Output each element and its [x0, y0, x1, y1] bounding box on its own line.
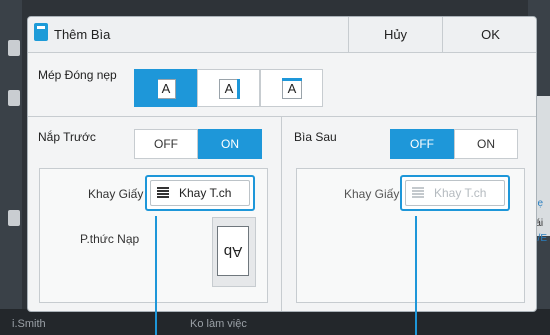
- background-left-panel: [0, 0, 22, 335]
- back-cover-label: Bìa Sau: [294, 130, 337, 144]
- back-cover-off-toggle[interactable]: OFF: [390, 129, 454, 159]
- dialog-title: Thêm Bìa: [54, 27, 111, 42]
- ok-button[interactable]: OK: [442, 17, 536, 53]
- binding-right-icon: A: [219, 79, 240, 99]
- back-tray-inner: Khay T.ch: [405, 180, 505, 206]
- cancel-button[interactable]: Hủy: [348, 17, 442, 53]
- binding-left-icon: A: [155, 79, 176, 99]
- add-cover-dialog: Thêm Bìa Hủy OK Mép Đóng nẹp A A A Nắp T…: [27, 16, 537, 312]
- background-tab: [8, 40, 20, 56]
- feed-method-preview[interactable]: Ab: [212, 217, 256, 287]
- dialog-titlebar: Thêm Bìa Hủy OK: [28, 17, 536, 53]
- binding-right-button[interactable]: A: [197, 69, 260, 107]
- binding-left-button[interactable]: A: [134, 69, 197, 107]
- status-text: Ko làm việc: [190, 318, 247, 330]
- cover-icon: [34, 23, 48, 41]
- user-name: i.Smith: [12, 318, 46, 330]
- binding-edge-label: Mép Đóng nẹp: [38, 68, 117, 82]
- front-tray-value: Khay T.ch: [179, 186, 232, 200]
- binding-top-button[interactable]: A: [260, 69, 323, 107]
- section-divider: [28, 116, 536, 117]
- background-status-bar: i.Smith Ko làm việc: [0, 309, 550, 335]
- feed-method-label: P.thức Nạp: [80, 232, 140, 246]
- front-tray-inner: Khay T.ch: [150, 180, 250, 206]
- background-tab: [8, 90, 20, 106]
- callout-line: [155, 216, 157, 335]
- back-tray-label: Khay Giấy: [344, 187, 400, 201]
- tray-icon: [412, 187, 424, 199]
- tray-icon: [157, 187, 169, 199]
- callout-line: [415, 216, 417, 335]
- back-tray-button[interactable]: Khay T.ch: [400, 175, 510, 211]
- front-cover-label: Nắp Trước: [38, 130, 96, 144]
- front-tray-label: Khay Giấy: [88, 187, 144, 201]
- front-cover-off-toggle[interactable]: OFF: [134, 129, 198, 159]
- binding-top-icon: A: [282, 78, 302, 99]
- front-cover-on-toggle[interactable]: ON: [198, 129, 262, 159]
- paper-orientation-icon: Ab: [217, 226, 249, 276]
- front-tray-button[interactable]: Khay T.ch: [145, 175, 255, 211]
- back-cover-on-toggle[interactable]: ON: [454, 129, 518, 159]
- back-tray-value: Khay T.ch: [434, 186, 487, 200]
- column-divider: [281, 117, 282, 311]
- background-tab: [8, 210, 20, 226]
